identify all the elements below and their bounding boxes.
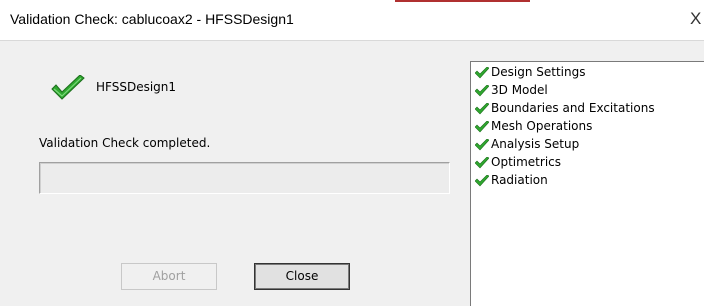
green-check-icon [475,85,489,97]
result-label: Mesh Operations [491,119,593,133]
result-label: Analysis Setup [491,137,580,151]
green-check-icon [51,75,85,100]
validation-results-list: Design Settings 3D Model Boundaries and … [470,61,704,306]
status-text: Validation Check completed. [39,136,211,150]
title-bar-accent [395,0,530,2]
green-check-icon [475,121,489,133]
result-label: Optimetrics [491,155,561,169]
close-button[interactable]: Close [254,263,350,290]
green-check-icon [475,103,489,115]
result-label: Radiation [491,173,548,187]
green-check-icon [475,139,489,151]
result-label: 3D Model [491,83,548,97]
close-window-button[interactable]: X [690,8,704,30]
abort-button[interactable]: Abort [121,263,217,290]
green-check-icon [475,157,489,169]
progress-bar [39,162,450,194]
result-label: Boundaries and Excitations [491,101,655,115]
green-check-icon [475,67,489,79]
title-bar: Validation Check: cablucoax2 - HFSSDesig… [0,0,704,41]
window-title: Validation Check: cablucoax2 - HFSSDesig… [10,11,294,27]
dialog-body: HFSSDesign1 Validation Check completed. … [0,41,704,306]
design-name-label: HFSSDesign1 [96,80,177,94]
result-label: Design Settings [491,65,586,79]
green-check-icon [475,175,489,187]
